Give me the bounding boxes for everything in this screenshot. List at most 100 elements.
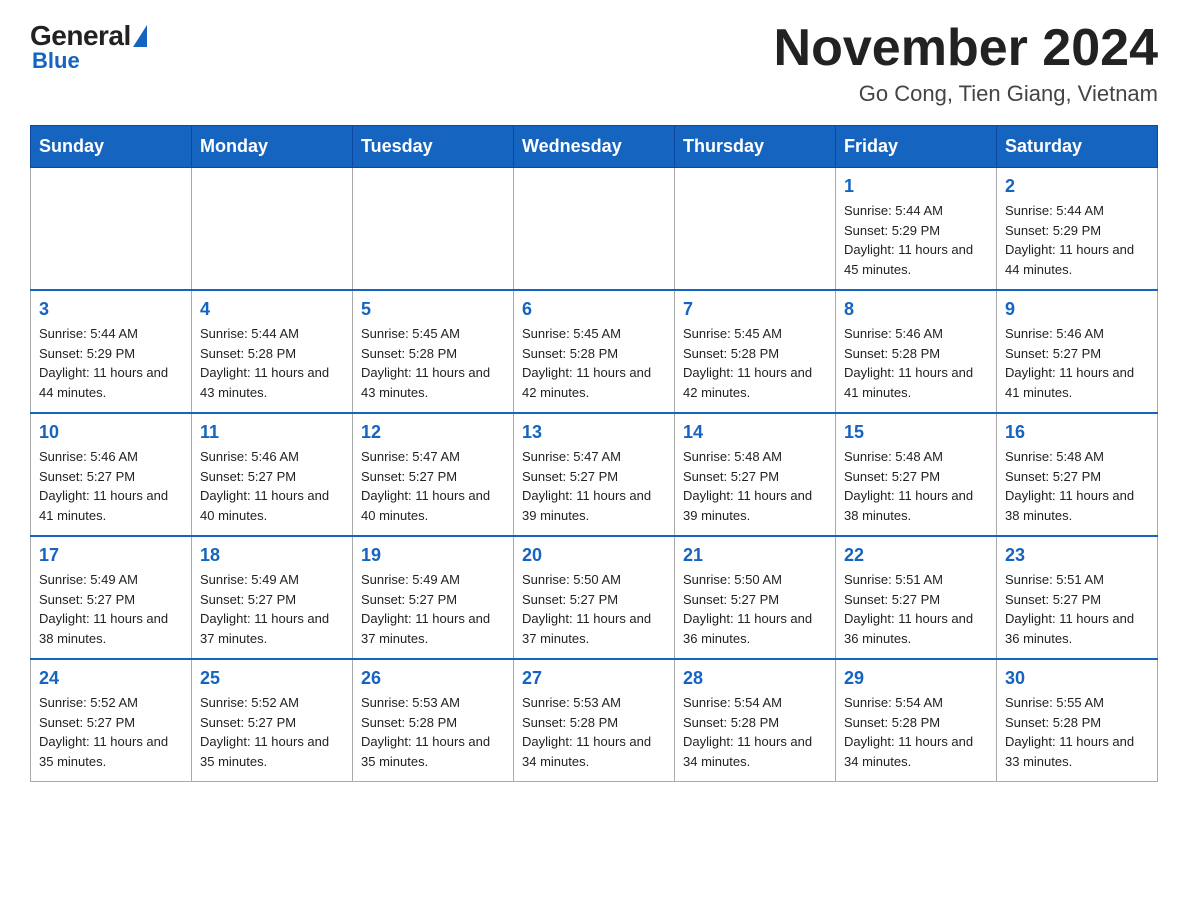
day-number: 3 <box>39 299 183 320</box>
calendar-cell: 24 Sunrise: 5:52 AM Sunset: 5:27 PM Dayli… <box>31 659 192 782</box>
day-number: 15 <box>844 422 988 443</box>
day-info: Sunrise: 5:47 AM Sunset: 5:27 PM Dayligh… <box>522 447 666 525</box>
day-number: 1 <box>844 176 988 197</box>
calendar-cell: 23 Sunrise: 5:51 AM Sunset: 5:27 PM Dayli… <box>997 536 1158 659</box>
calendar-cell: 4 Sunrise: 5:44 AM Sunset: 5:28 PM Daylig… <box>192 290 353 413</box>
logo-triangle-icon <box>133 25 147 47</box>
day-info: Sunrise: 5:48 AM Sunset: 5:27 PM Dayligh… <box>844 447 988 525</box>
day-info: Sunrise: 5:44 AM Sunset: 5:28 PM Dayligh… <box>200 324 344 402</box>
calendar-table: SundayMondayTuesdayWednesdayThursdayFrid… <box>30 125 1158 782</box>
day-number: 7 <box>683 299 827 320</box>
day-info: Sunrise: 5:53 AM Sunset: 5:28 PM Dayligh… <box>522 693 666 771</box>
calendar-header-row: SundayMondayTuesdayWednesdayThursdayFrid… <box>31 126 1158 168</box>
day-info: Sunrise: 5:44 AM Sunset: 5:29 PM Dayligh… <box>844 201 988 279</box>
calendar-cell: 13 Sunrise: 5:47 AM Sunset: 5:27 PM Dayli… <box>514 413 675 536</box>
day-info: Sunrise: 5:51 AM Sunset: 5:27 PM Dayligh… <box>1005 570 1149 648</box>
calendar-cell: 15 Sunrise: 5:48 AM Sunset: 5:27 PM Dayli… <box>836 413 997 536</box>
calendar-cell <box>353 168 514 291</box>
calendar-cell: 18 Sunrise: 5:49 AM Sunset: 5:27 PM Dayli… <box>192 536 353 659</box>
day-number: 27 <box>522 668 666 689</box>
day-info: Sunrise: 5:50 AM Sunset: 5:27 PM Dayligh… <box>522 570 666 648</box>
day-info: Sunrise: 5:45 AM Sunset: 5:28 PM Dayligh… <box>683 324 827 402</box>
calendar-week-row: 1 Sunrise: 5:44 AM Sunset: 5:29 PM Daylig… <box>31 168 1158 291</box>
column-header-saturday: Saturday <box>997 126 1158 168</box>
title-area: November 2024 Go Cong, Tien Giang, Vietn… <box>774 20 1158 107</box>
day-info: Sunrise: 5:45 AM Sunset: 5:28 PM Dayligh… <box>522 324 666 402</box>
day-info: Sunrise: 5:46 AM Sunset: 5:27 PM Dayligh… <box>39 447 183 525</box>
calendar-cell: 12 Sunrise: 5:47 AM Sunset: 5:27 PM Dayli… <box>353 413 514 536</box>
day-info: Sunrise: 5:49 AM Sunset: 5:27 PM Dayligh… <box>361 570 505 648</box>
day-number: 18 <box>200 545 344 566</box>
day-info: Sunrise: 5:52 AM Sunset: 5:27 PM Dayligh… <box>200 693 344 771</box>
calendar-cell: 10Sunrise: 5:46 AM Sunset: 5:27 PM Dayli… <box>31 413 192 536</box>
day-info: Sunrise: 5:45 AM Sunset: 5:28 PM Dayligh… <box>361 324 505 402</box>
calendar-cell <box>514 168 675 291</box>
calendar-cell <box>192 168 353 291</box>
day-number: 11 <box>200 422 344 443</box>
day-info: Sunrise: 5:44 AM Sunset: 5:29 PM Dayligh… <box>39 324 183 402</box>
calendar-cell: 29 Sunrise: 5:54 AM Sunset: 5:28 PM Dayli… <box>836 659 997 782</box>
column-header-sunday: Sunday <box>31 126 192 168</box>
day-number: 9 <box>1005 299 1149 320</box>
day-number: 5 <box>361 299 505 320</box>
calendar-cell: 25Sunrise: 5:52 AM Sunset: 5:27 PM Dayli… <box>192 659 353 782</box>
column-header-monday: Monday <box>192 126 353 168</box>
day-info: Sunrise: 5:44 AM Sunset: 5:29 PM Dayligh… <box>1005 201 1149 279</box>
calendar-cell <box>675 168 836 291</box>
day-number: 23 <box>1005 545 1149 566</box>
calendar-cell: 26 Sunrise: 5:53 AM Sunset: 5:28 PM Dayli… <box>353 659 514 782</box>
day-info: Sunrise: 5:49 AM Sunset: 5:27 PM Dayligh… <box>200 570 344 648</box>
day-number: 26 <box>361 668 505 689</box>
calendar-week-row: 24 Sunrise: 5:52 AM Sunset: 5:27 PM Dayli… <box>31 659 1158 782</box>
day-number: 12 <box>361 422 505 443</box>
calendar-cell: 11Sunrise: 5:46 AM Sunset: 5:27 PM Dayli… <box>192 413 353 536</box>
day-info: Sunrise: 5:52 AM Sunset: 5:27 PM Dayligh… <box>39 693 183 771</box>
calendar-week-row: 10Sunrise: 5:46 AM Sunset: 5:27 PM Dayli… <box>31 413 1158 536</box>
calendar-cell: 16Sunrise: 5:48 AM Sunset: 5:27 PM Dayli… <box>997 413 1158 536</box>
calendar-week-row: 17 Sunrise: 5:49 AM Sunset: 5:27 PM Dayli… <box>31 536 1158 659</box>
day-number: 8 <box>844 299 988 320</box>
day-info: Sunrise: 5:55 AM Sunset: 5:28 PM Dayligh… <box>1005 693 1149 771</box>
day-info: Sunrise: 5:47 AM Sunset: 5:27 PM Dayligh… <box>361 447 505 525</box>
day-info: Sunrise: 5:48 AM Sunset: 5:27 PM Dayligh… <box>1005 447 1149 525</box>
day-info: Sunrise: 5:54 AM Sunset: 5:28 PM Dayligh… <box>683 693 827 771</box>
column-header-friday: Friday <box>836 126 997 168</box>
day-info: Sunrise: 5:48 AM Sunset: 5:27 PM Dayligh… <box>683 447 827 525</box>
calendar-cell: 9 Sunrise: 5:46 AM Sunset: 5:27 PM Daylig… <box>997 290 1158 413</box>
day-number: 4 <box>200 299 344 320</box>
calendar-week-row: 3 Sunrise: 5:44 AM Sunset: 5:29 PM Daylig… <box>31 290 1158 413</box>
day-info: Sunrise: 5:46 AM Sunset: 5:28 PM Dayligh… <box>844 324 988 402</box>
day-number: 22 <box>844 545 988 566</box>
calendar-cell: 8 Sunrise: 5:46 AM Sunset: 5:28 PM Daylig… <box>836 290 997 413</box>
day-number: 24 <box>39 668 183 689</box>
calendar-cell: 5 Sunrise: 5:45 AM Sunset: 5:28 PM Daylig… <box>353 290 514 413</box>
day-number: 21 <box>683 545 827 566</box>
day-number: 6 <box>522 299 666 320</box>
day-info: Sunrise: 5:53 AM Sunset: 5:28 PM Dayligh… <box>361 693 505 771</box>
day-number: 19 <box>361 545 505 566</box>
day-number: 17 <box>39 545 183 566</box>
calendar-cell <box>31 168 192 291</box>
calendar-cell: 2 Sunrise: 5:44 AM Sunset: 5:29 PM Daylig… <box>997 168 1158 291</box>
calendar-cell: 1 Sunrise: 5:44 AM Sunset: 5:29 PM Daylig… <box>836 168 997 291</box>
day-info: Sunrise: 5:51 AM Sunset: 5:27 PM Dayligh… <box>844 570 988 648</box>
day-number: 29 <box>844 668 988 689</box>
calendar-cell: 6 Sunrise: 5:45 AM Sunset: 5:28 PM Daylig… <box>514 290 675 413</box>
day-info: Sunrise: 5:54 AM Sunset: 5:28 PM Dayligh… <box>844 693 988 771</box>
day-number: 2 <box>1005 176 1149 197</box>
day-info: Sunrise: 5:49 AM Sunset: 5:27 PM Dayligh… <box>39 570 183 648</box>
day-number: 14 <box>683 422 827 443</box>
day-number: 20 <box>522 545 666 566</box>
day-info: Sunrise: 5:50 AM Sunset: 5:27 PM Dayligh… <box>683 570 827 648</box>
calendar-cell: 14 Sunrise: 5:48 AM Sunset: 5:27 PM Dayli… <box>675 413 836 536</box>
calendar-cell: 3 Sunrise: 5:44 AM Sunset: 5:29 PM Daylig… <box>31 290 192 413</box>
calendar-cell: 7 Sunrise: 5:45 AM Sunset: 5:28 PM Daylig… <box>675 290 836 413</box>
calendar-cell: 28Sunrise: 5:54 AM Sunset: 5:28 PM Dayli… <box>675 659 836 782</box>
logo: General Blue <box>30 20 149 74</box>
calendar-cell: 21 Sunrise: 5:50 AM Sunset: 5:27 PM Dayli… <box>675 536 836 659</box>
calendar-cell: 20 Sunrise: 5:50 AM Sunset: 5:27 PM Dayli… <box>514 536 675 659</box>
day-info: Sunrise: 5:46 AM Sunset: 5:27 PM Dayligh… <box>1005 324 1149 402</box>
day-number: 13 <box>522 422 666 443</box>
column-header-thursday: Thursday <box>675 126 836 168</box>
day-number: 30 <box>1005 668 1149 689</box>
